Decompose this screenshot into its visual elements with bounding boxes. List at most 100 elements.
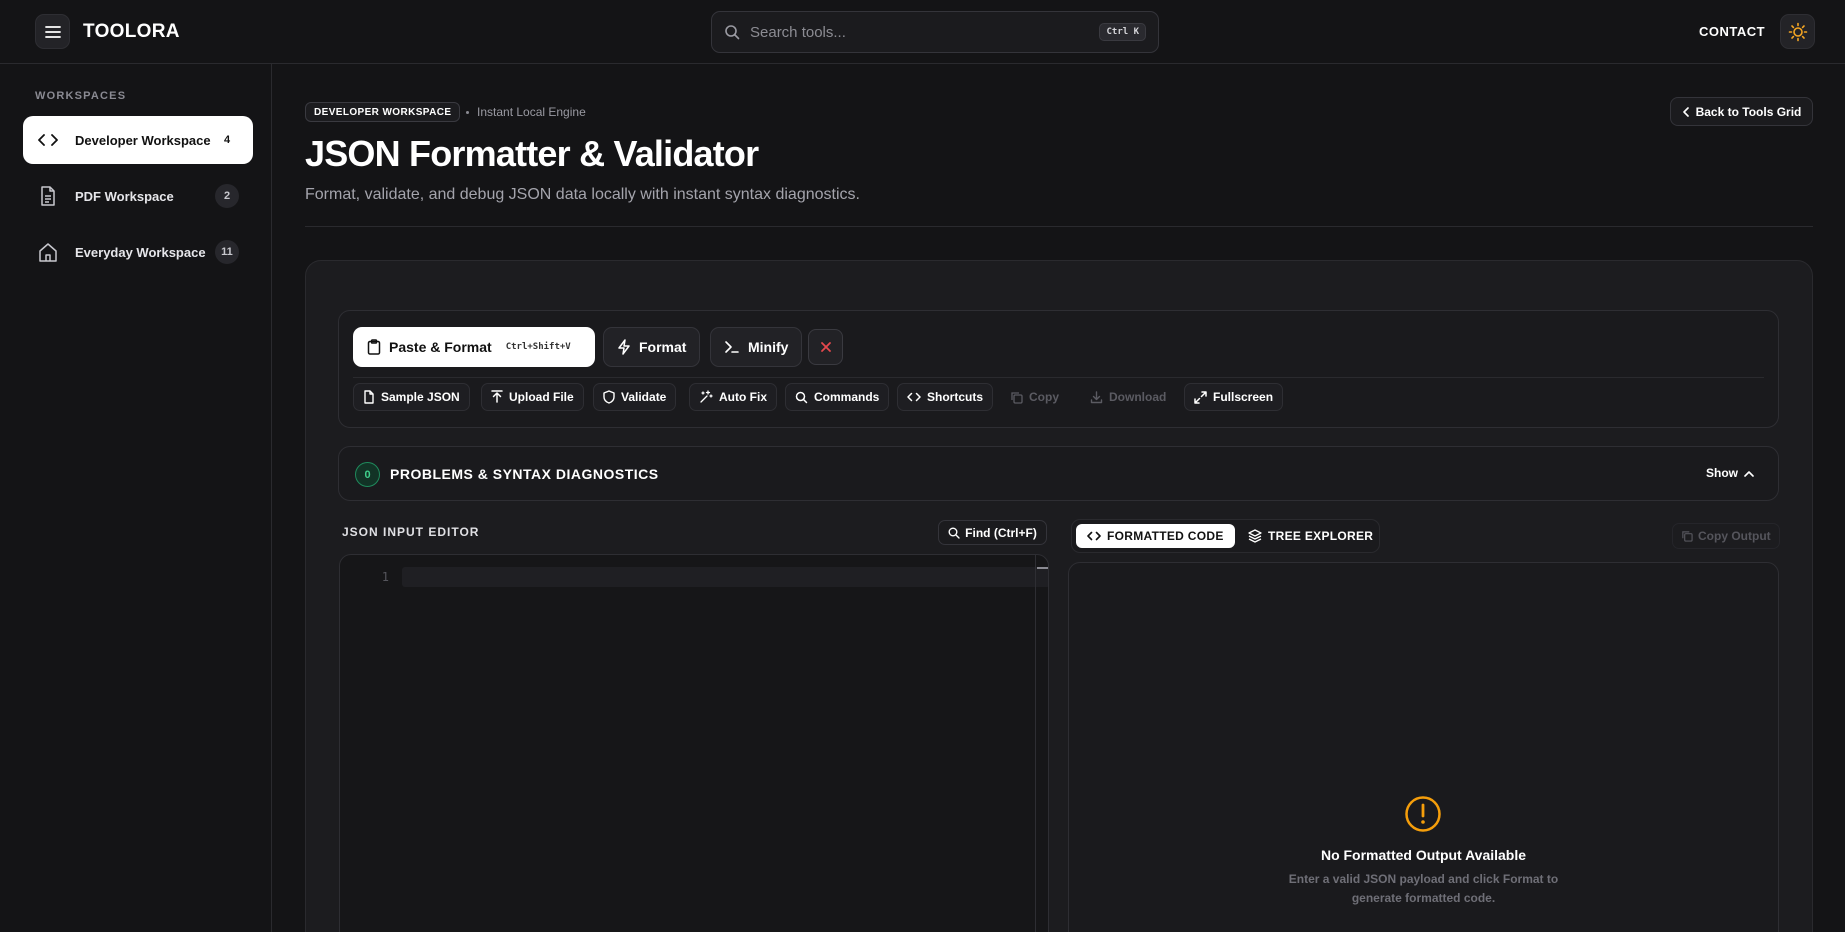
upload-icon bbox=[491, 390, 503, 404]
sun-icon bbox=[1788, 22, 1808, 42]
search-shortcut-badge: Ctrl K bbox=[1099, 23, 1146, 41]
tab-tree-explorer[interactable]: TREE EXPLORER bbox=[1237, 524, 1384, 548]
shortcuts-label: Shortcuts bbox=[927, 390, 984, 404]
sparkles-icon bbox=[699, 390, 713, 404]
problems-toggle[interactable]: Show bbox=[1706, 466, 1754, 480]
tab-label: FORMATTED CODE bbox=[1107, 529, 1224, 543]
upload-file-label: Upload File bbox=[509, 390, 574, 404]
clipboard-icon bbox=[367, 339, 381, 355]
brand-logo[interactable]: TOOLORA bbox=[83, 21, 180, 43]
theme-toggle-button[interactable] bbox=[1780, 14, 1815, 49]
json-input-editor[interactable]: 1 bbox=[339, 554, 1049, 932]
editor-scrollbar[interactable] bbox=[1035, 555, 1036, 932]
copy-output-button[interactable]: Copy Output bbox=[1672, 523, 1780, 549]
toolbar-divider bbox=[353, 377, 1764, 378]
sidebar-title: WORKSPACES bbox=[35, 90, 127, 102]
line-number: 1 bbox=[381, 570, 389, 584]
sidebar-item-label: PDF Workspace bbox=[75, 188, 174, 204]
page-subtitle: Format, validate, and debug JSON data lo… bbox=[305, 186, 860, 203]
download-icon bbox=[1090, 390, 1103, 404]
download-label: Download bbox=[1109, 390, 1167, 404]
search-icon bbox=[724, 24, 740, 40]
sample-json-button[interactable]: Sample JSON bbox=[353, 383, 470, 411]
empty-state-title: No Formatted Output Available bbox=[1320, 847, 1527, 863]
home-icon bbox=[37, 241, 59, 263]
editor-label: JSON INPUT EDITOR bbox=[342, 525, 480, 539]
search-icon bbox=[948, 527, 965, 539]
commands-label: Commands bbox=[814, 390, 880, 404]
validate-label: Validate bbox=[621, 390, 667, 404]
terminal-icon bbox=[724, 340, 740, 354]
document-icon bbox=[37, 185, 59, 207]
layers-icon bbox=[1248, 529, 1262, 543]
format-button[interactable]: Format bbox=[603, 327, 701, 367]
auto-fix-label: Auto Fix bbox=[719, 390, 767, 404]
contact-link[interactable]: CONTACT bbox=[1699, 24, 1765, 39]
copy-output-label: Copy Output bbox=[1698, 529, 1771, 543]
code-icon bbox=[37, 129, 59, 151]
code-icon bbox=[907, 391, 921, 403]
scrollbar-marker bbox=[1037, 567, 1048, 569]
copy-label: Copy bbox=[1029, 390, 1059, 404]
paste-format-button[interactable]: Paste & Format Ctrl+Shift+V bbox=[353, 327, 595, 367]
current-line-highlight bbox=[402, 567, 1048, 587]
menu-button[interactable] bbox=[35, 14, 70, 49]
expand-icon bbox=[1194, 390, 1207, 404]
auto-fix-button[interactable]: Auto Fix bbox=[689, 383, 777, 411]
sidebar-item-count: 2 bbox=[215, 184, 239, 208]
fullscreen-label: Fullscreen bbox=[1213, 390, 1274, 404]
back-label: Back to Tools Grid bbox=[1695, 104, 1802, 119]
sidebar-item-label: Developer Workspace bbox=[75, 132, 211, 148]
copy-icon bbox=[1010, 391, 1023, 404]
sidebar-item-everyday[interactable]: Everyday Workspace 11 bbox=[23, 228, 253, 276]
problems-toggle-label: Show bbox=[1706, 466, 1738, 480]
page-title: JSON Formatter & Validator bbox=[305, 133, 759, 174]
minify-button[interactable]: Minify bbox=[710, 327, 803, 367]
search-bar[interactable]: Search tools... Ctrl K bbox=[711, 11, 1159, 53]
chevron-up-icon bbox=[1738, 470, 1754, 477]
search-icon bbox=[795, 391, 808, 404]
commands-button[interactable]: Commands bbox=[785, 383, 890, 411]
minify-label: Minify bbox=[748, 339, 789, 355]
validate-button[interactable]: Validate bbox=[593, 383, 677, 411]
problems-title: PROBLEMS & SYNTAX DIAGNOSTICS bbox=[390, 466, 659, 482]
copy-button[interactable]: Copy bbox=[1000, 383, 1069, 411]
file-icon bbox=[363, 390, 375, 404]
top-bar: TOOLORA Search tools... Ctrl K CONTACT bbox=[0, 0, 1845, 64]
copy-icon bbox=[1681, 530, 1693, 542]
shortcuts-button[interactable]: Shortcuts bbox=[897, 383, 994, 411]
sidebar-item-count: 11 bbox=[215, 240, 239, 264]
search-input[interactable]: Search tools... bbox=[750, 24, 1099, 41]
sidebar-item-label: Everyday Workspace bbox=[75, 244, 206, 260]
sample-json-label: Sample JSON bbox=[381, 390, 460, 404]
fullscreen-button[interactable]: Fullscreen bbox=[1184, 383, 1284, 411]
sidebar-item-developer[interactable]: Developer Workspace 4 bbox=[23, 116, 253, 164]
back-to-tools-button[interactable]: Back to Tools Grid bbox=[1670, 97, 1813, 126]
sidebar-item-pdf[interactable]: PDF Workspace 2 bbox=[23, 172, 253, 220]
tab-formatted-code[interactable]: FORMATTED CODE bbox=[1076, 524, 1235, 548]
find-button[interactable]: Find (Ctrl+F) bbox=[938, 520, 1047, 545]
upload-file-button[interactable]: Upload File bbox=[481, 383, 584, 411]
engine-label: Instant Local Engine bbox=[466, 105, 586, 119]
format-label: Format bbox=[639, 339, 687, 355]
chevron-left-icon bbox=[1682, 106, 1696, 117]
code-icon bbox=[1087, 530, 1101, 542]
close-icon bbox=[820, 341, 832, 353]
engine-text: Instant Local Engine bbox=[477, 105, 586, 119]
tab-label: TREE EXPLORER bbox=[1268, 529, 1374, 543]
clear-button[interactable] bbox=[808, 329, 843, 365]
shield-icon bbox=[603, 390, 615, 404]
paste-format-label: Paste & Format bbox=[389, 339, 492, 355]
problem-count-badge: 0 bbox=[355, 462, 380, 487]
header-divider bbox=[305, 226, 1813, 227]
hamburger-icon bbox=[44, 25, 61, 39]
download-button[interactable]: Download bbox=[1080, 383, 1176, 411]
paste-shortcut: Ctrl+Shift+V bbox=[505, 342, 571, 352]
sidebar-item-count: 4 bbox=[223, 134, 231, 146]
workspace-badge: DEVELOPER WORKSPACE bbox=[305, 102, 461, 122]
separator-dot bbox=[466, 111, 469, 115]
bolt-icon bbox=[617, 339, 631, 355]
empty-state-description: Enter a valid JSON payload and click For… bbox=[1288, 872, 1559, 905]
find-label: Find (Ctrl+F) bbox=[965, 525, 1037, 540]
warning-icon bbox=[1404, 795, 1442, 833]
